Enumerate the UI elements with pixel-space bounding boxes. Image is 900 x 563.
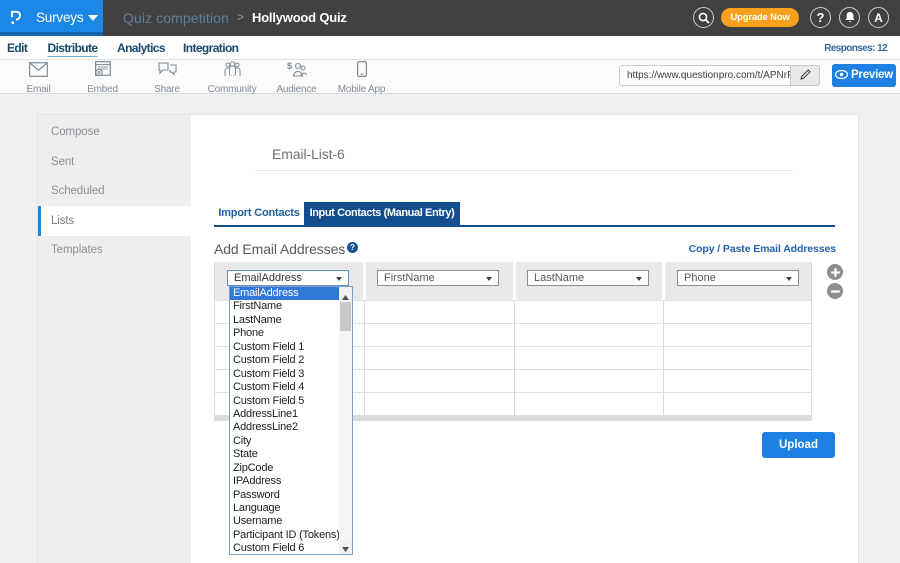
svg-text:$: $ (287, 61, 292, 71)
